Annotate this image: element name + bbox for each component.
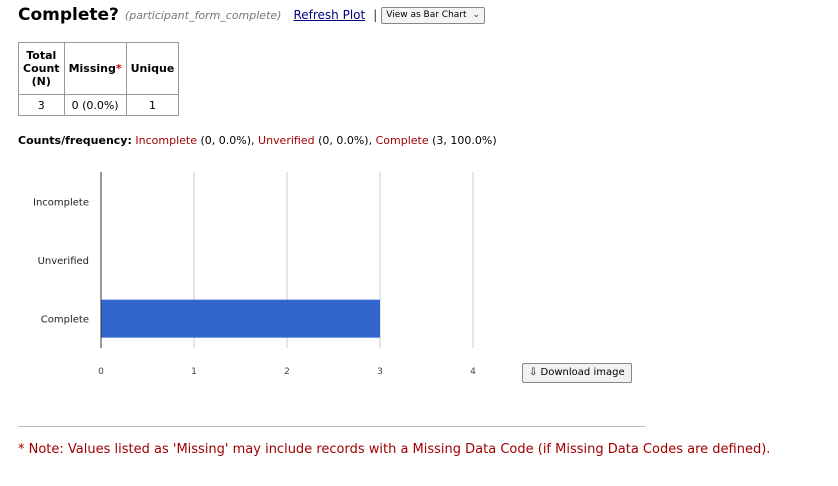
counts-label: Counts/frequency: bbox=[18, 134, 132, 147]
divider bbox=[18, 426, 645, 427]
total-count-header: Total Count (N) bbox=[18, 42, 65, 95]
stats-table: Total Count (N) Missing* Unique 3 0 (0.0… bbox=[18, 42, 180, 116]
field-variable-name: (participant_form_complete) bbox=[124, 8, 282, 22]
view-type-value: View as Bar Chart bbox=[386, 10, 467, 20]
count-item-complete: Complete (3, 100.0%) bbox=[376, 134, 497, 147]
count-item-incomplete: Incomplete (0, 0.0%), bbox=[135, 134, 258, 147]
count-detail: (0, 0.0%) bbox=[314, 134, 369, 147]
bar-chart: Incomplete Unverified Complete 0 1 2 3 4 bbox=[33, 172, 476, 377]
chevron-down-icon: ⌄ bbox=[472, 10, 481, 20]
count-detail: (0, 0.0%) bbox=[196, 134, 252, 147]
x-tick-label-0: 0 bbox=[98, 367, 104, 377]
count-category: Complete bbox=[375, 134, 429, 147]
page-title: Complete? bbox=[18, 5, 119, 25]
page-header: Complete? (participant_form_complete) Re… bbox=[18, 5, 486, 25]
counts-frequency: Counts/frequency: Incomplete (0, 0.0%), … bbox=[18, 134, 497, 147]
total-count-value: 3 bbox=[18, 94, 65, 116]
count-category: Incomplete bbox=[135, 134, 197, 147]
separator: | bbox=[373, 8, 378, 22]
x-tick-label-4: 4 bbox=[470, 367, 476, 377]
total-header-line1: Total bbox=[26, 49, 57, 62]
category-label-complete: Complete bbox=[41, 315, 89, 326]
stats-header-row: Total Count (N) Missing* Unique bbox=[18, 42, 180, 95]
bar-complete bbox=[101, 299, 380, 338]
category-label-incomplete: Incomplete bbox=[33, 197, 89, 208]
unique-header: Unique bbox=[125, 42, 180, 95]
refresh-plot-link[interactable]: Refresh Plot bbox=[293, 8, 365, 22]
x-tick-label-2: 2 bbox=[284, 367, 290, 377]
missing-header: Missing* bbox=[63, 42, 127, 95]
category-label-unverified: Unverified bbox=[38, 256, 89, 267]
missing-value: 0 (0.0%) bbox=[63, 94, 127, 116]
x-tick-label-1: 1 bbox=[191, 367, 197, 377]
unique-value: 1 bbox=[125, 94, 180, 116]
download-image-button[interactable]: ⇩ Download image bbox=[522, 363, 632, 383]
count-item-unverified: Unverified (0, 0.0%), bbox=[258, 134, 376, 147]
view-type-select[interactable]: View as Bar Chart ⌄ bbox=[381, 6, 486, 24]
count-sep: , bbox=[368, 134, 376, 147]
missing-data-note: * Note: Values listed as 'Missing' may i… bbox=[18, 442, 771, 457]
count-category: Unverified bbox=[258, 134, 315, 147]
total-header-line3: (N) bbox=[31, 75, 51, 88]
stats-value-row: 3 0 (0.0%) 1 bbox=[18, 94, 180, 116]
count-sep: , bbox=[251, 134, 259, 147]
count-detail: (3, 100.0%) bbox=[428, 134, 497, 147]
missing-asterisk: * bbox=[115, 62, 122, 75]
total-header-line2: Count bbox=[23, 62, 60, 75]
x-tick-label-3: 3 bbox=[377, 367, 383, 377]
missing-header-label: Missing bbox=[68, 62, 116, 75]
